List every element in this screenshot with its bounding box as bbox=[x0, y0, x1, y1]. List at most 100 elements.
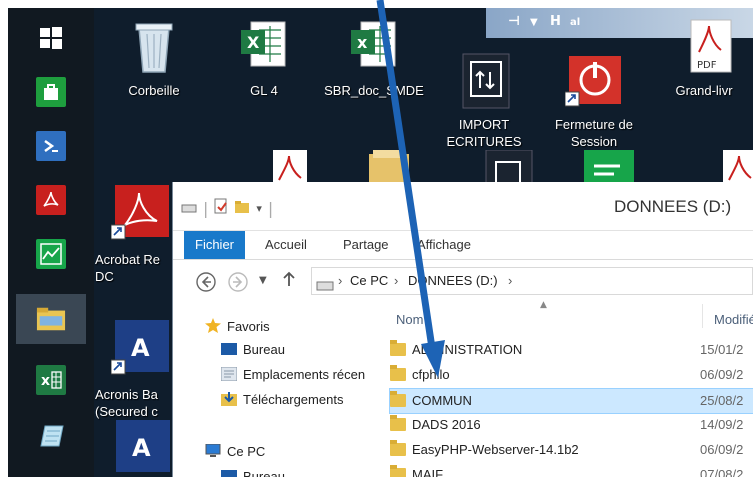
desktop-icon-corbeille[interactable]: Corbeille bbox=[99, 16, 209, 99]
navigation-pane: Favoris Bureau Emplacements récen Téléch… bbox=[173, 300, 379, 477]
desktop-icon-label: GL 4 bbox=[250, 83, 278, 98]
acrobat-icon bbox=[110, 168, 169, 240]
chart-app-icon bbox=[36, 239, 66, 269]
desktop-icon-import-ecritures[interactable]: IMPORT ECRITURES bbox=[429, 16, 539, 167]
taskbar-powershell[interactable] bbox=[16, 118, 86, 174]
list-item[interactable]: EasyPHP-Webserver-14.1b2 06/09/2 bbox=[390, 438, 753, 462]
file-name: MAIF bbox=[412, 467, 444, 477]
properties-icon[interactable] bbox=[214, 198, 228, 218]
nav-telechargements[interactable]: Téléchargements bbox=[221, 392, 343, 407]
downloads-icon bbox=[221, 392, 237, 406]
customize-qat-icon[interactable]: ▾ bbox=[256, 202, 262, 215]
file-date: 15/01/2 bbox=[700, 342, 744, 357]
file-name: cfphilo bbox=[412, 367, 450, 382]
power-icon bbox=[564, 33, 623, 107]
desktop-icon-sbr-doc[interactable]: x SBR_doc_SMDE bbox=[319, 16, 429, 99]
nav-label: Bureau bbox=[243, 342, 285, 357]
recent-locations-icon[interactable]: ▼ bbox=[259, 275, 267, 286]
list-item-selected[interactable]: COMMUN 25/08/2 bbox=[389, 388, 753, 414]
taskbar-start[interactable] bbox=[16, 10, 86, 66]
taskbar-notepad[interactable] bbox=[16, 408, 86, 464]
breadcrumb-donnees[interactable]: DONNEES (D:) bbox=[408, 268, 498, 294]
sort-ascending-icon: ▲ bbox=[540, 300, 547, 310]
nav-ce-pc-bureau[interactable]: Bureau bbox=[221, 469, 285, 477]
address-bar[interactable]: › Ce PC › DONNEES (D:) › bbox=[311, 267, 753, 295]
desktop-icon-label: SBR_doc_SMDE bbox=[324, 83, 424, 98]
list-item[interactable]: ADMINISTRATION 15/01/2 bbox=[390, 338, 753, 362]
nav-label: Téléchargements bbox=[243, 392, 344, 407]
file-name: EasyPHP-Webserver-14.1b2 bbox=[412, 442, 579, 457]
address-row: ▼ › Ce PC › DONNEES (D:) › bbox=[173, 260, 753, 302]
taskbar-excel[interactable]: x bbox=[16, 352, 86, 408]
svg-text:A: A bbox=[132, 434, 151, 462]
excel-file-icon: X bbox=[235, 16, 293, 76]
import-icon bbox=[455, 33, 513, 109]
list-item[interactable]: cfphilo 06/09/2 bbox=[390, 363, 753, 387]
column-header-name[interactable]: Nom bbox=[396, 312, 423, 327]
new-folder-icon[interactable] bbox=[234, 199, 250, 218]
taskbar-file-explorer[interactable] bbox=[16, 294, 86, 344]
desktop-icon-label: Grand-livr bbox=[675, 83, 733, 98]
tab-accueil[interactable]: Accueil bbox=[265, 231, 307, 259]
nav-label: Favoris bbox=[227, 319, 270, 334]
nav-ce-pc[interactable]: Ce PC bbox=[205, 443, 266, 459]
nav-favoris-bureau[interactable]: Bureau bbox=[221, 342, 285, 357]
nav-label: Bureau bbox=[243, 469, 285, 477]
desktop: ⊣ ▼ H al x Corbeille X GL 4 x SBR_doc_SM… bbox=[8, 8, 753, 477]
svg-text:PDF: PDF bbox=[697, 60, 717, 71]
list-item[interactable]: DADS 2016 14/09/2 bbox=[390, 413, 753, 437]
tab-fichier[interactable]: Fichier bbox=[184, 231, 246, 259]
taskbar-chart[interactable] bbox=[16, 226, 86, 282]
nav-label: Emplacements récen bbox=[243, 367, 366, 382]
folder-icon bbox=[390, 391, 406, 407]
forward-icon[interactable] bbox=[227, 271, 249, 297]
file-date: 06/09/2 bbox=[700, 442, 744, 457]
title-bar: | ▾ | DONNEES (D:) bbox=[173, 182, 753, 231]
breadcrumb-sep: › bbox=[508, 273, 513, 288]
tab-partage[interactable]: Partage bbox=[343, 231, 389, 259]
file-date: 07/08/2 bbox=[700, 467, 744, 477]
up-icon[interactable] bbox=[281, 269, 297, 293]
nav-label: Ce PC bbox=[227, 444, 266, 459]
taskbar: x bbox=[8, 8, 94, 477]
taskbar-store[interactable] bbox=[16, 64, 86, 120]
computer-icon bbox=[205, 443, 221, 457]
taskbar-acrobat[interactable] bbox=[16, 172, 86, 228]
notepad-icon bbox=[36, 421, 66, 451]
column-header-modified[interactable]: Modifié bbox=[714, 312, 753, 327]
file-date: 06/09/2 bbox=[700, 367, 744, 382]
acronis-icon: A bbox=[110, 303, 169, 375]
desktop-icon-fermeture-session[interactable]: Fermeture de Session bbox=[539, 16, 649, 167]
drive-icon bbox=[181, 199, 197, 218]
svg-text:x: x bbox=[41, 373, 50, 389]
desktop-icon-gl4[interactable]: X GL 4 bbox=[209, 16, 319, 99]
folder-icon bbox=[390, 415, 406, 431]
column-divider bbox=[702, 304, 703, 328]
ribbon: Fichier Accueil Partage Affichage bbox=[173, 231, 753, 260]
back-icon[interactable] bbox=[195, 271, 217, 297]
svg-text:A: A bbox=[131, 334, 150, 362]
desktop-icon-acronis-2[interactable]: A bbox=[111, 420, 171, 477]
store-icon bbox=[36, 77, 66, 107]
folder-icon bbox=[390, 465, 406, 477]
star-icon bbox=[205, 318, 221, 333]
screen: ⊣ ▼ H al x Corbeille X GL 4 x SBR_doc_SM… bbox=[0, 0, 753, 477]
desktop-icon-grand-livre[interactable]: PDF Grand-livr bbox=[649, 16, 753, 99]
separator: | bbox=[203, 198, 209, 218]
file-explorer-icon bbox=[36, 304, 66, 334]
acrobat-icon bbox=[36, 185, 66, 215]
breadcrumb-sep: › bbox=[394, 273, 399, 288]
desktop-icon-label: IMPORT ECRITURES bbox=[446, 117, 522, 149]
nav-emplacements-recents[interactable]: Emplacements récen bbox=[220, 366, 366, 382]
pdf-icon: PDF bbox=[675, 16, 733, 76]
file-date: 25/08/2 bbox=[700, 393, 744, 408]
nav-favoris[interactable]: Favoris bbox=[205, 318, 270, 334]
drive-icon bbox=[316, 275, 334, 301]
list-item[interactable]: MAIF 07/08/2 bbox=[390, 463, 753, 477]
file-list: Nom ▲ Modifié ADMINISTRATION 15/01/2 cfp… bbox=[380, 300, 753, 477]
file-date: 14/09/2 bbox=[700, 417, 744, 432]
tab-affichage[interactable]: Affichage bbox=[417, 231, 471, 259]
breadcrumb-ce-pc[interactable]: Ce PC bbox=[350, 268, 388, 294]
acronis-icon: A bbox=[112, 420, 170, 477]
desktop-icon-label: Fermeture de Session bbox=[554, 117, 634, 149]
